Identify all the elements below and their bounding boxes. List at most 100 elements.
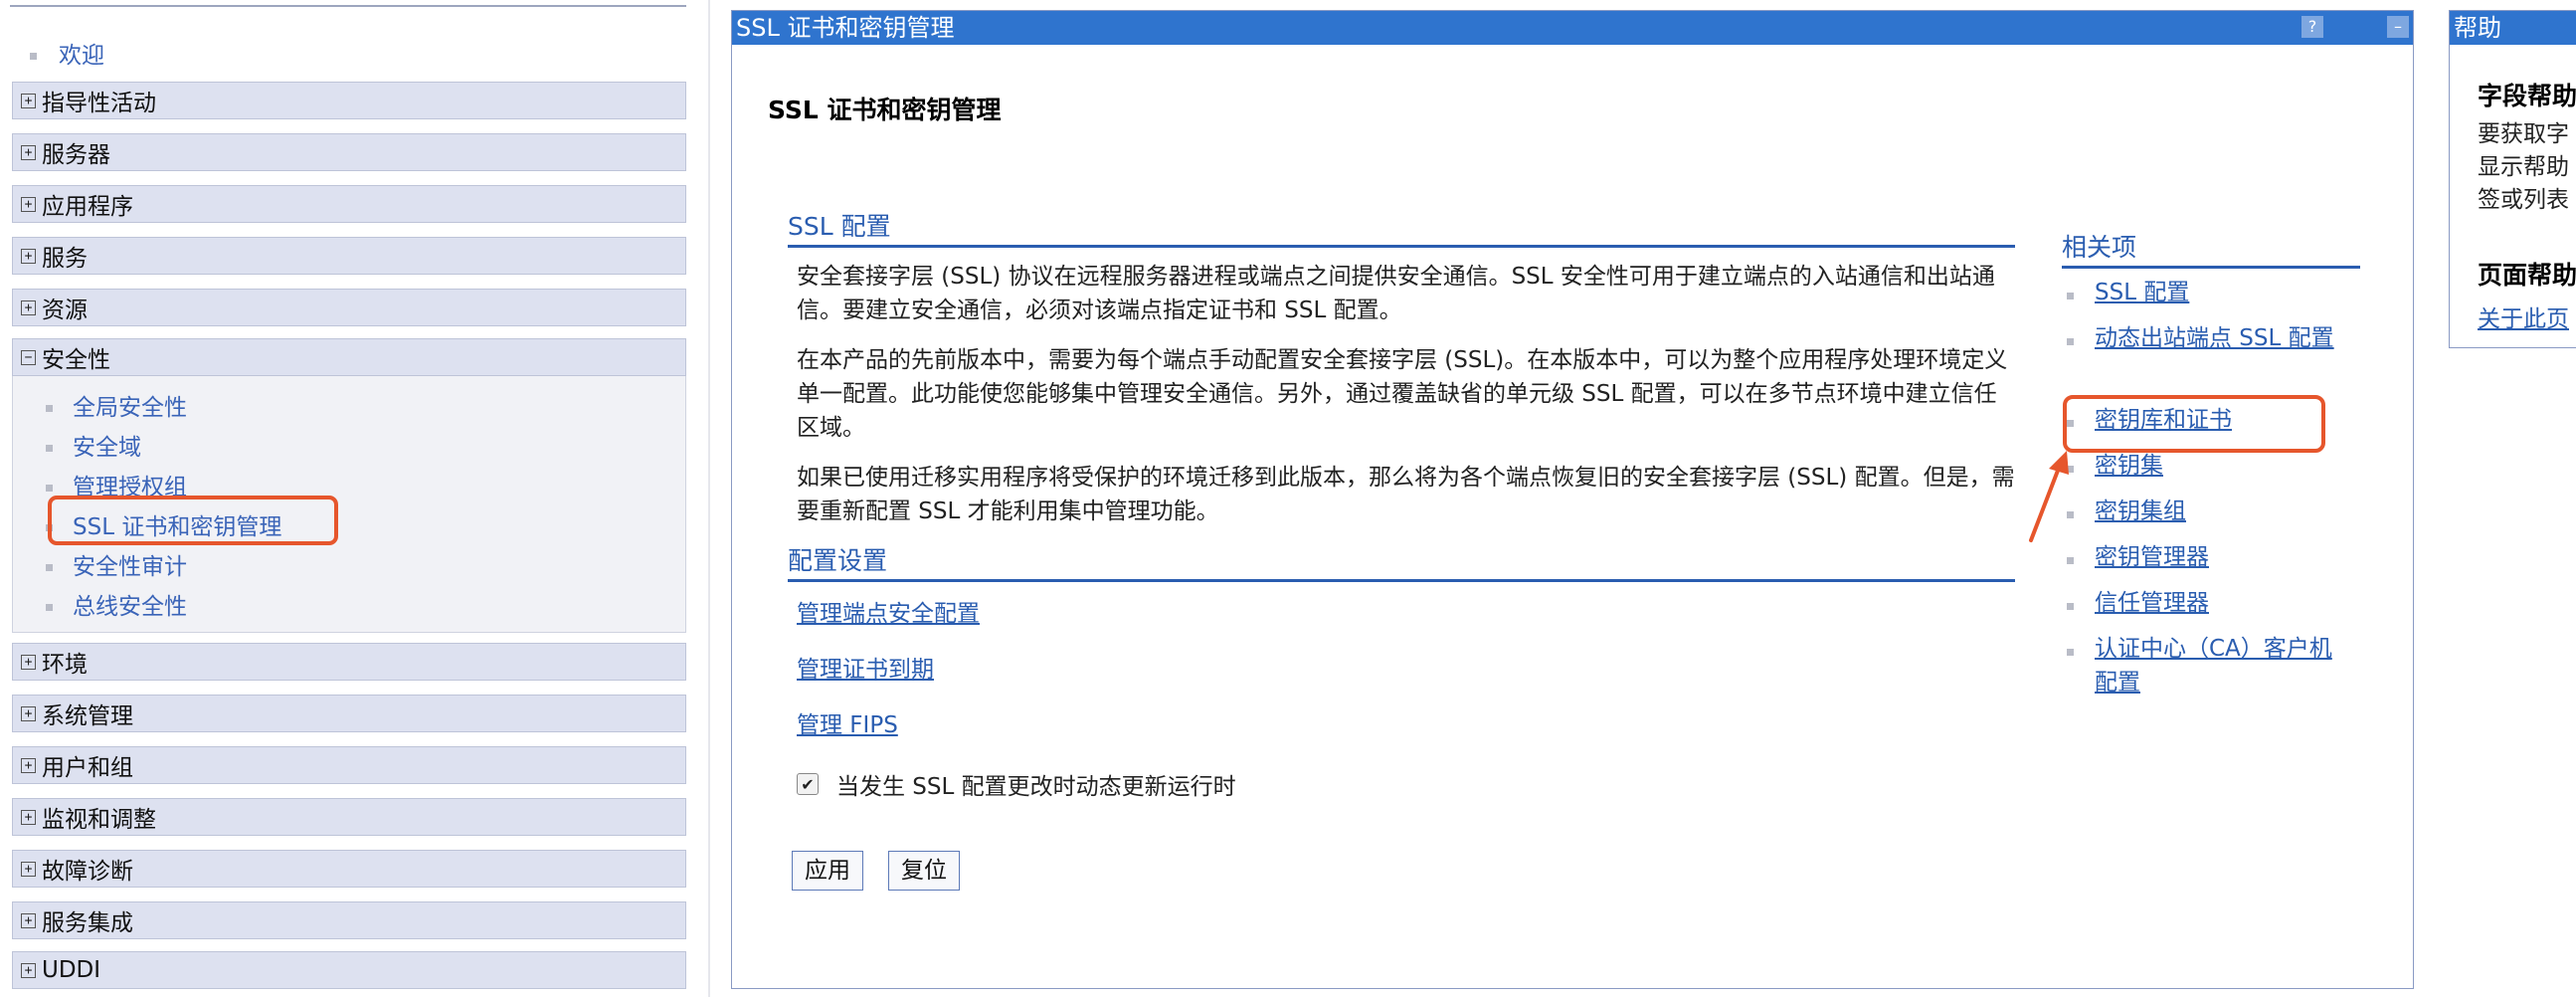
portlet-title-bar: SSL 证书和密钥管理 ? – [732, 11, 2413, 45]
nav-item-label: 全局安全性 [73, 395, 187, 421]
dynamic-update-row: ✔ 当发生 SSL 配置更改时动态更新运行时 [797, 767, 1236, 801]
nav-section-label: 用户和组 [42, 755, 133, 781]
nav-item-label: 安全性审计 [73, 554, 187, 580]
help-icon[interactable]: ? [2301, 16, 2323, 38]
dynamic-update-label: 当发生 SSL 配置更改时动态更新运行时 [836, 774, 1236, 800]
apply-button[interactable]: 应用 [792, 851, 863, 891]
nav-section-label: 服务集成 [42, 910, 133, 936]
bullet-icon [46, 405, 53, 412]
expand-icon: + [21, 962, 36, 978]
expand-icon: + [21, 248, 36, 264]
nav-section-label: UDDI [42, 957, 101, 983]
nav-top-field [10, 0, 686, 7]
expand-icon: + [21, 809, 36, 825]
bullet-icon [2067, 557, 2074, 564]
config-settings-heading: 配置设置 [788, 541, 2015, 582]
highlight-box-nav [48, 496, 338, 545]
nav-section-monitoring[interactable]: + 监视和调整 [12, 798, 686, 836]
nav-welcome-link[interactable]: 欢迎 [30, 36, 104, 70]
bullet-icon [2067, 649, 2074, 656]
about-this-page-link[interactable]: 关于此页 [2478, 299, 2569, 333]
nav-section-label: 监视和调整 [42, 807, 156, 833]
bullet-icon [2067, 293, 2074, 299]
related-key-set-groups-link[interactable]: 密钥集组 [2095, 495, 2353, 528]
collapse-icon: − [21, 349, 36, 365]
nav-section-label: 指导性活动 [42, 91, 156, 116]
nav-section-uddi[interactable]: + UDDI [12, 951, 686, 989]
related-dynamic-outbound-link[interactable]: 动态出站端点 SSL 配置 [2095, 321, 2353, 355]
expand-icon: + [21, 757, 36, 773]
annotation-arrow-icon [2029, 451, 2069, 542]
related-key-sets-link[interactable]: 密钥集 [2095, 449, 2353, 483]
nav-divider[interactable] [708, 0, 710, 997]
manage-fips-link[interactable]: 管理 FIPS [797, 705, 898, 739]
expand-icon: + [21, 705, 36, 721]
manage-cert-expiration-link[interactable]: 管理证书到期 [797, 650, 934, 684]
nav-item-security-auditing[interactable]: 安全性审计 [46, 547, 187, 581]
nav-welcome-label: 欢迎 [59, 43, 104, 69]
nav-section-users-groups[interactable]: + 用户和组 [12, 746, 686, 784]
bullet-icon [46, 485, 53, 492]
nav-item-bus-security[interactable]: 总线安全性 [46, 587, 187, 621]
expand-icon: + [21, 912, 36, 928]
bullet-icon [30, 53, 37, 60]
nav-section-label: 故障诊断 [42, 859, 133, 885]
nav-section-system-admin[interactable]: + 系统管理 [12, 695, 686, 732]
related-key-managers-link[interactable]: 密钥管理器 [2095, 540, 2353, 574]
field-help-heading: 字段帮助 [2478, 82, 2576, 110]
related-trust-managers-link[interactable]: 信任管理器 [2095, 586, 2353, 620]
portlet-title: SSL 证书和密钥管理 [736, 14, 955, 42]
related-items-heading: 相关项 [2062, 228, 2360, 269]
help-portlet: 帮助 字段帮助 要获取字 显示帮助 签或列表 页面帮助 关于此页 [2449, 10, 2576, 348]
manage-endpoint-security-link[interactable]: 管理端点安全配置 [797, 594, 980, 628]
nav-section-troubleshooting[interactable]: + 故障诊断 [12, 850, 686, 888]
related-ca-client-config-link[interactable]: 认证中心（CA）客户机配置 [2095, 632, 2353, 699]
nav-section-environment[interactable]: + 环境 [12, 643, 686, 681]
nav-section-guided-activities[interactable]: + 指导性活动 [12, 82, 686, 119]
nav-section-label: 系统管理 [42, 703, 133, 729]
nav-item-global-security[interactable]: 全局安全性 [46, 388, 187, 422]
nav-item-label: 安全域 [73, 435, 141, 461]
expand-icon: + [21, 299, 36, 315]
bullet-icon [2067, 603, 2074, 610]
expand-icon: + [21, 93, 36, 108]
nav-section-service-integration[interactable]: + 服务集成 [12, 901, 686, 939]
bullet-icon [2067, 338, 2074, 345]
ssl-config-heading: SSL 配置 [788, 207, 2015, 248]
nav-item-security-domains[interactable]: 安全域 [46, 428, 141, 462]
expand-icon: + [21, 144, 36, 160]
nav-section-label: 服务器 [42, 142, 110, 168]
nav-section-label: 安全性 [42, 347, 110, 373]
navigation-panel: 欢迎 + 指导性活动 + 服务器 + 应用程序 + 服务 + 资源 − 安全性 全局安全性 … [0, 0, 696, 997]
field-help-text-line: 显示帮助 [2478, 154, 2569, 180]
highlight-box-related [2063, 395, 2325, 453]
field-help-text-line: 签或列表 [2478, 187, 2569, 213]
nav-section-label: 资源 [42, 298, 88, 323]
expand-icon: + [21, 861, 36, 877]
nav-section-servers[interactable]: + 服务器 [12, 133, 686, 171]
nav-section-label: 应用程序 [42, 194, 133, 220]
page-title: SSL 证书和密钥管理 [768, 96, 1002, 124]
minimize-icon[interactable]: – [2387, 16, 2409, 38]
description-paragraph-3: 如果已使用迁移实用程序将受保护的环境迁移到此版本，那么将为各个端点恢复旧的安全套… [797, 465, 2015, 524]
description-paragraph-2: 在本产品的先前版本中，需要为每个端点手动配置安全套接字层 (SSL)。在本版本中… [797, 347, 2008, 441]
bullet-icon [46, 604, 53, 611]
nav-section-applications[interactable]: + 应用程序 [12, 185, 686, 223]
bullet-icon [46, 445, 53, 452]
expand-icon: + [21, 654, 36, 670]
field-help-text-line: 要获取字 [2478, 121, 2569, 147]
bullet-icon [46, 564, 53, 571]
reset-button[interactable]: 复位 [888, 851, 960, 891]
nav-section-security[interactable]: − 安全性 [12, 338, 686, 376]
nav-item-label: 总线安全性 [73, 594, 187, 620]
dynamic-update-checkbox[interactable]: ✔ [797, 773, 819, 795]
main-portlet: SSL 证书和密钥管理 ? – SSL 证书和密钥管理 SSL 配置 安全套接字… [731, 10, 2414, 989]
nav-section-label: 环境 [42, 652, 88, 678]
nav-section-services[interactable]: + 服务 [12, 237, 686, 275]
help-title-bar: 帮助 [2450, 11, 2576, 45]
nav-section-label: 服务 [42, 246, 88, 272]
nav-section-resources[interactable]: + 资源 [12, 289, 686, 326]
description-paragraph-1: 安全套接字层 (SSL) 协议在远程服务器进程或端点之间提供安全通信。SSL 安… [797, 264, 1995, 323]
expand-icon: + [21, 196, 36, 212]
related-ssl-config-link[interactable]: SSL 配置 [2095, 276, 2353, 309]
